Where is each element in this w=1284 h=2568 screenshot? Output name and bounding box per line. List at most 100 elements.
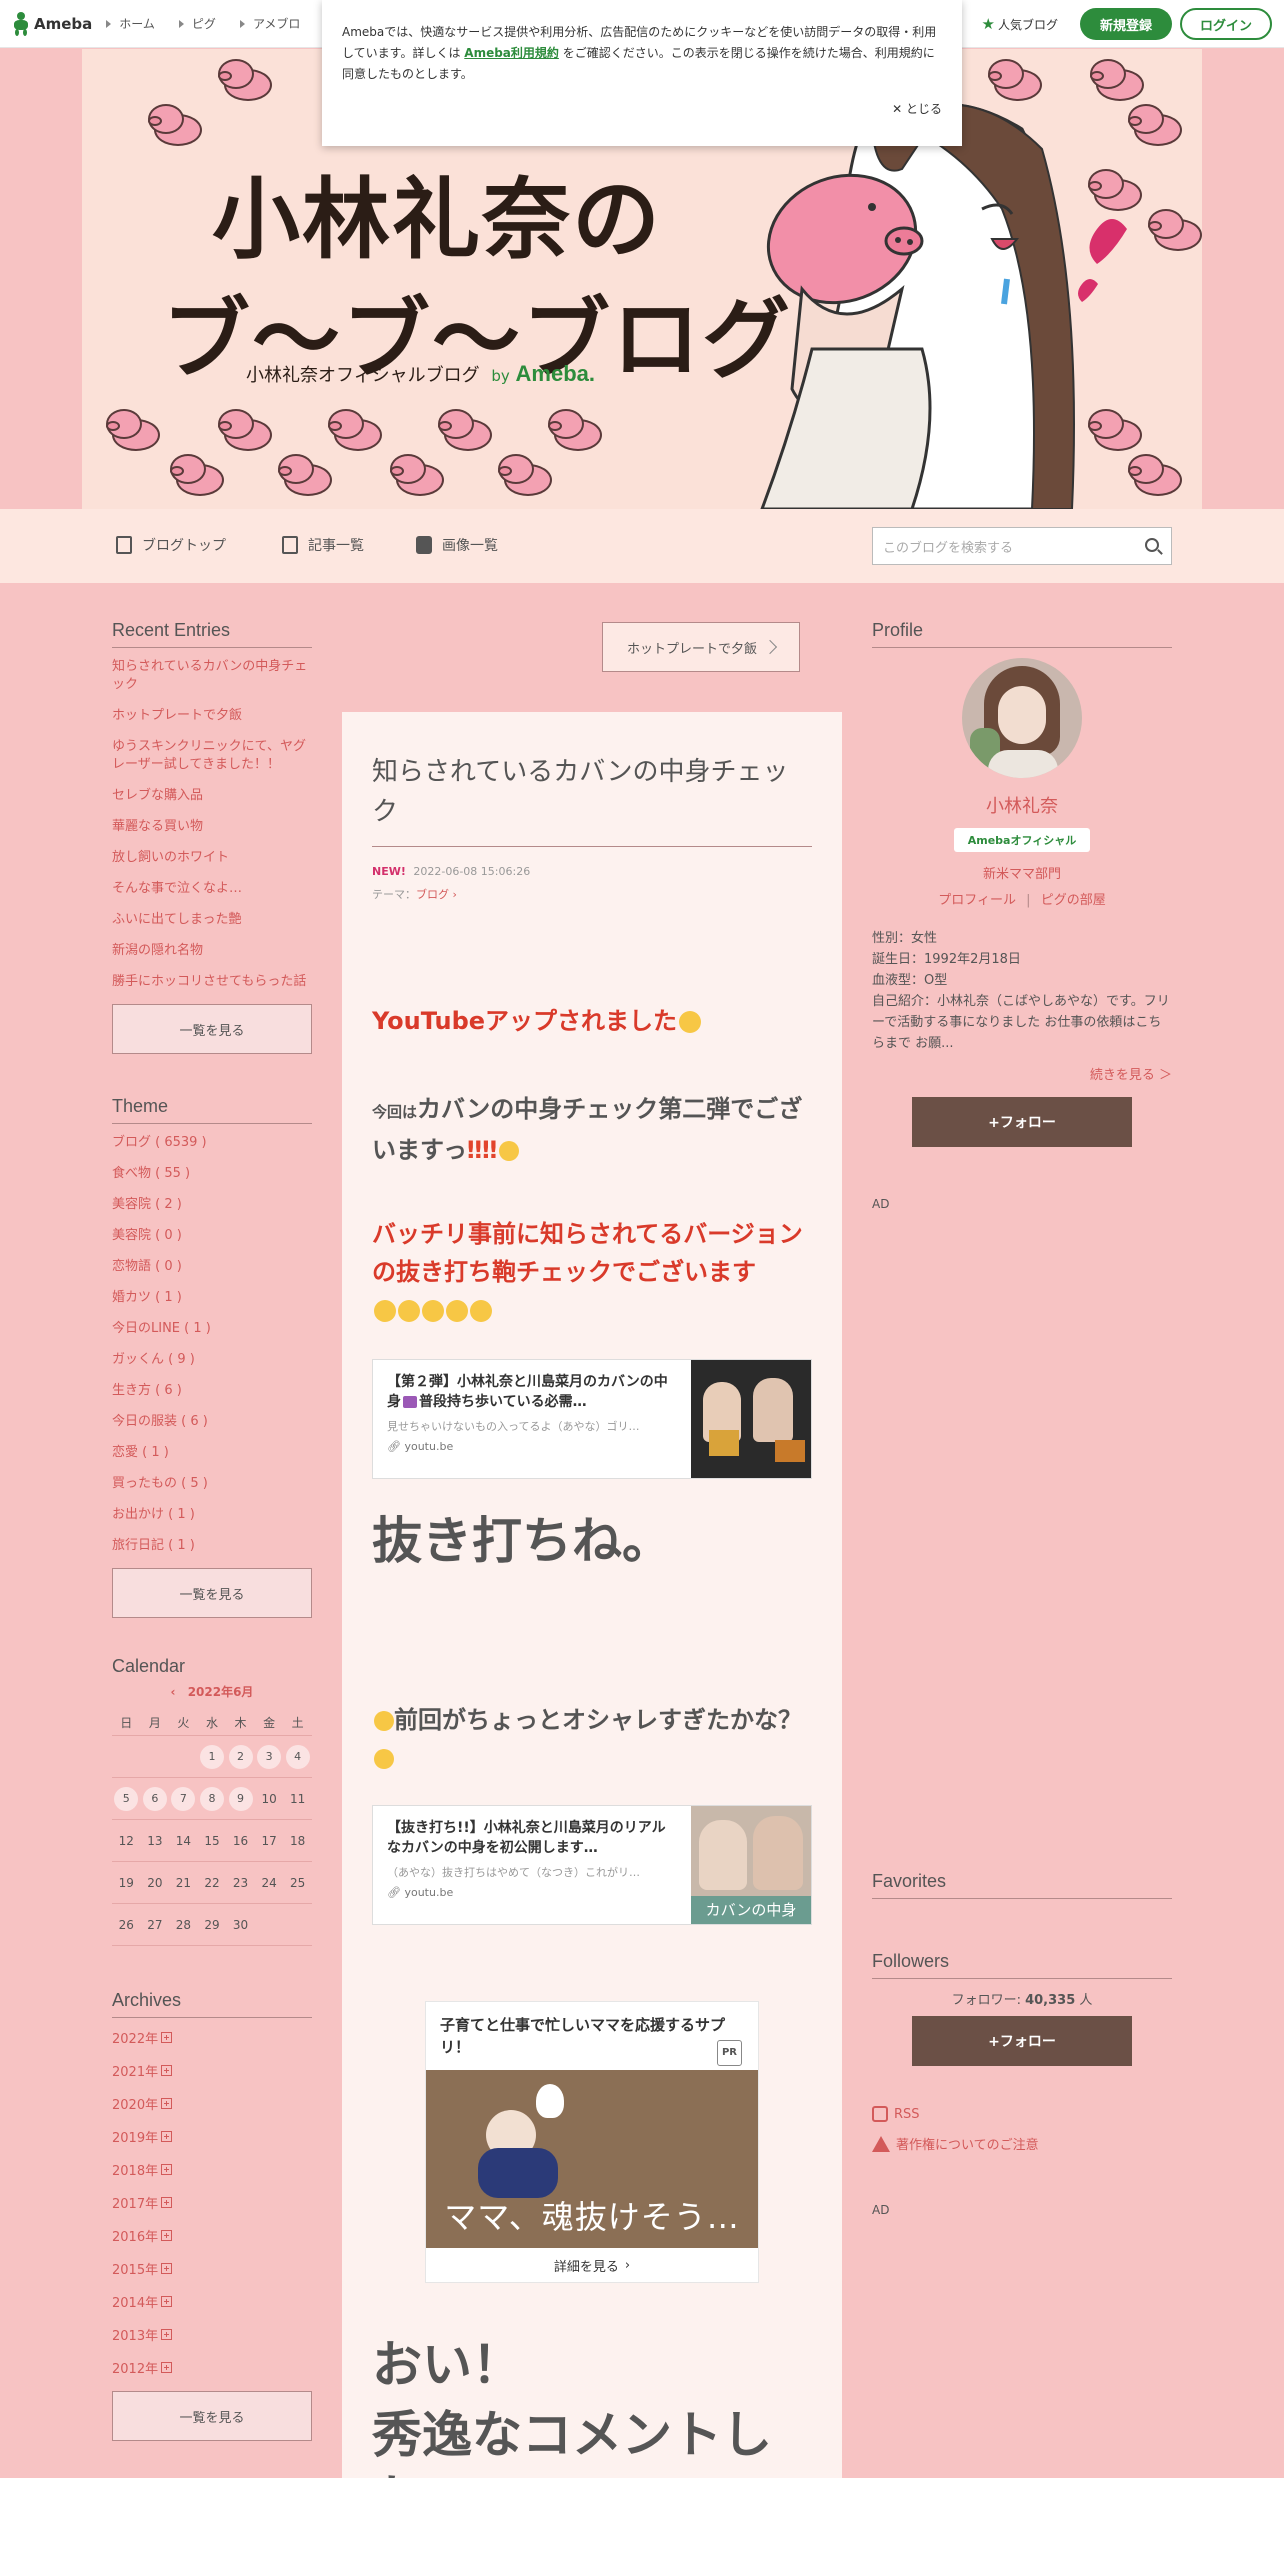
recent-entry-link[interactable]: ふいに出てしまった艶 bbox=[112, 911, 312, 929]
expand-plus-icon[interactable] bbox=[161, 2296, 173, 2307]
archive-year-link[interactable]: 2012年 bbox=[112, 2358, 312, 2377]
expand-plus-icon[interactable] bbox=[161, 2164, 173, 2175]
theme-link[interactable]: 恋物語 ( 0 ) bbox=[112, 1258, 312, 1276]
profile-link[interactable]: プロフィール bbox=[938, 893, 1016, 908]
theme-link[interactable]: 旅行日記 ( 1 ) bbox=[112, 1537, 312, 1555]
category-link[interactable]: 新米ママ部門 bbox=[872, 862, 1172, 888]
expand-plus-icon[interactable] bbox=[161, 2197, 173, 2208]
login-button[interactable]: ログイン bbox=[1180, 8, 1272, 40]
calendar-day-link[interactable]: 8 bbox=[199, 1786, 224, 1811]
ameba-logo[interactable]: Ameba bbox=[12, 11, 92, 36]
angel-emoji-icon bbox=[374, 1300, 396, 1322]
expand-plus-icon[interactable] bbox=[161, 2329, 173, 2340]
theme-link[interactable]: ブログ ( 6539 ) bbox=[112, 1134, 312, 1152]
nav-pigg-link[interactable]: ピグ bbox=[179, 15, 216, 32]
calendar-day-link[interactable]: 4 bbox=[285, 1744, 310, 1769]
recent-entry-link[interactable]: そんな事で泣くなよ… bbox=[112, 880, 312, 898]
archives-see-all-button[interactable]: 一覧を見る bbox=[112, 2391, 312, 2441]
theme-link[interactable]: 今日のLINE ( 1 ) bbox=[112, 1320, 312, 1338]
archive-year-link[interactable]: 2016年 bbox=[112, 2226, 312, 2245]
archive-year-link[interactable]: 2021年 bbox=[112, 2061, 312, 2080]
recent-entry-link[interactable]: 放し飼いのホワイト bbox=[112, 849, 312, 867]
calendar-day-link[interactable]: 6 bbox=[142, 1786, 167, 1811]
recent-entry-link[interactable]: ゆうスキンクリニックにて、ヤグレーザー試してきました！！ bbox=[112, 738, 312, 774]
follow-button-2[interactable]: +フォロー bbox=[912, 2016, 1132, 2066]
calendar-day[interactable]: 2 bbox=[226, 1744, 255, 1769]
recent-entry-link[interactable]: 華麗なる買い物 bbox=[112, 818, 312, 836]
calendar-day-link[interactable]: 9 bbox=[228, 1786, 253, 1811]
calendar-day[interactable]: 7 bbox=[169, 1786, 198, 1811]
theme-link[interactable]: 生き方 ( 6 ) bbox=[112, 1382, 312, 1400]
calendar-day-link[interactable]: 2 bbox=[228, 1744, 253, 1769]
expand-plus-icon[interactable] bbox=[161, 2230, 173, 2241]
recent-entry-link[interactable]: 勝手にホッコリさせてもらった話 bbox=[112, 973, 312, 991]
nav-home-link[interactable]: ホーム bbox=[106, 15, 155, 32]
theme-link[interactable]: 食べ物 ( 55 ) bbox=[112, 1165, 312, 1183]
archive-year-link[interactable]: 2013年 bbox=[112, 2325, 312, 2344]
calendar-day-link[interactable]: 7 bbox=[171, 1786, 196, 1811]
archive-year-link[interactable]: 2019年 bbox=[112, 2127, 312, 2146]
theme-link[interactable]: 美容院 ( 2 ) bbox=[112, 1196, 312, 1214]
recent-entry-link[interactable]: 新潟の隠れ名物 bbox=[112, 942, 312, 960]
archive-year-link[interactable]: 2015年 bbox=[112, 2259, 312, 2278]
archive-year-link[interactable]: 2014年 bbox=[112, 2292, 312, 2311]
theme-link[interactable]: 恋愛 ( 1 ) bbox=[112, 1444, 312, 1462]
calendar-day[interactable]: 3 bbox=[255, 1744, 284, 1769]
theme-link[interactable]: お出かけ ( 1 ) bbox=[112, 1506, 312, 1524]
expand-plus-icon[interactable] bbox=[161, 2362, 173, 2373]
read-more-link[interactable]: 続きを見る ＞ bbox=[872, 1064, 1172, 1083]
calendar-day-link[interactable]: 5 bbox=[114, 1786, 139, 1811]
archive-year-link[interactable]: 2017年 bbox=[112, 2193, 312, 2212]
calendar-day[interactable]: 8 bbox=[198, 1786, 227, 1811]
archive-year-link[interactable]: 2020年 bbox=[112, 2094, 312, 2113]
expand-plus-icon[interactable] bbox=[161, 2131, 173, 2142]
image-list-link[interactable]: 画像一覧 bbox=[416, 535, 498, 555]
pr-more-link[interactable]: 詳細を見る › bbox=[426, 2248, 758, 2282]
expand-plus-icon[interactable] bbox=[161, 2065, 173, 2076]
copyright-notice-link[interactable]: 著作権についてのご注意 bbox=[872, 2134, 1172, 2153]
youtube-link-card[interactable]: 【第２弾】小林礼奈と川島菜月のカバンの中身 普段持ち歩いている必需… 見せちゃいけ… bbox=[372, 1359, 812, 1479]
blog-search-input[interactable]: このブログを検索する bbox=[872, 527, 1172, 565]
calendar-day[interactable]: 9 bbox=[226, 1786, 255, 1811]
entry-theme-link[interactable]: ブログ bbox=[416, 888, 449, 901]
signup-button[interactable]: 新規登録 bbox=[1080, 8, 1172, 40]
recent-see-all-button[interactable]: 一覧を見る bbox=[112, 1004, 312, 1054]
nav-ameblo-link[interactable]: アメブロ bbox=[240, 15, 300, 32]
pr-ad-card[interactable]: 子育てと仕事で忙しいママを応援するサプリ！ PR ママ、魂抜けそう… 詳細を見る… bbox=[425, 2001, 759, 2283]
theme-link[interactable]: 婚カツ ( 1 ) bbox=[112, 1289, 312, 1307]
rss-link[interactable]: RSS bbox=[872, 2106, 1172, 2122]
theme-link[interactable]: 買ったもの ( 5 ) bbox=[112, 1475, 312, 1493]
recent-entry-link[interactable]: 知らされているカバンの中身チェック bbox=[112, 658, 312, 694]
theme-see-all-button[interactable]: 一覧を見る bbox=[112, 1568, 312, 1618]
recent-entry-link[interactable]: セレブな購入品 bbox=[112, 787, 312, 805]
entry-list-link[interactable]: 記事一覧 bbox=[282, 535, 364, 555]
profile-name[interactable]: 小林礼奈 bbox=[872, 792, 1172, 818]
cookie-close-button[interactable]: ✕ とじる bbox=[892, 100, 942, 117]
archive-year-link[interactable]: 2022年 bbox=[112, 2028, 312, 2047]
calendar-day-link[interactable]: 3 bbox=[257, 1744, 282, 1769]
next-entry-button[interactable]: ホットプレートで夕飯 bbox=[602, 622, 800, 672]
recent-entry-link[interactable]: ホットプレートで夕飯 bbox=[112, 707, 312, 725]
calendar-day[interactable]: 5 bbox=[112, 1786, 141, 1811]
theme-link[interactable]: 今日の服装 ( 6 ) bbox=[112, 1413, 312, 1431]
expand-plus-icon[interactable] bbox=[161, 2032, 173, 2043]
calendar-day-link[interactable]: 1 bbox=[199, 1744, 224, 1769]
prev-month-icon[interactable]: ‹ bbox=[171, 1685, 176, 1699]
popular-blog-link[interactable]: ★ 人気ブログ bbox=[982, 15, 1058, 33]
search-icon[interactable] bbox=[1145, 538, 1159, 552]
avatar[interactable] bbox=[962, 658, 1082, 778]
follow-button[interactable]: +フォロー bbox=[912, 1097, 1132, 1147]
expand-plus-icon[interactable] bbox=[161, 2098, 173, 2109]
blog-top-link[interactable]: ブログトップ bbox=[116, 535, 226, 555]
expand-plus-icon[interactable] bbox=[161, 2263, 173, 2274]
entry-title[interactable]: 知らされているカバンの中身チェック bbox=[372, 752, 812, 847]
theme-link[interactable]: ガッくん ( 9 ) bbox=[112, 1351, 312, 1369]
calendar-day[interactable]: 4 bbox=[283, 1744, 312, 1769]
theme-link[interactable]: 美容院 ( 0 ) bbox=[112, 1227, 312, 1245]
archive-year-link[interactable]: 2018年 bbox=[112, 2160, 312, 2179]
calendar-day[interactable]: 6 bbox=[141, 1786, 170, 1811]
calendar-day[interactable]: 1 bbox=[198, 1744, 227, 1769]
terms-link[interactable]: Ameba利用規約 bbox=[464, 46, 559, 60]
pigg-room-link[interactable]: ピグの部屋 bbox=[1041, 893, 1106, 908]
youtube-link-card-2[interactable]: 【抜き打ち!!】小林礼奈と川島菜月のリアルなカバンの中身を初公開します… （あや… bbox=[372, 1805, 812, 1925]
